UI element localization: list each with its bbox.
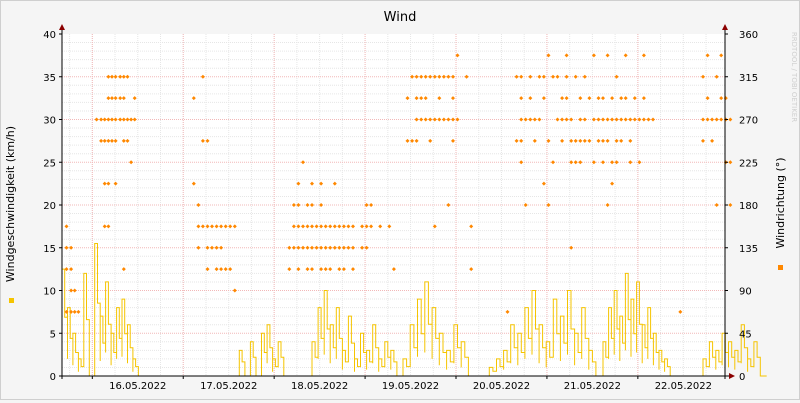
right-axis-label: Windrichtung (°) [774, 157, 787, 248]
right-tick-label: 270 [739, 116, 758, 127]
x-tick-label: 20.05.2022 [473, 381, 530, 392]
left-tick-label: 25 [43, 158, 56, 169]
direction-point [728, 160, 733, 165]
left-tick-label: 10 [43, 287, 56, 298]
x-tick-labels: 16.05.2022 17.05.2022 18.05.2022 19.05.2022… [91, 376, 712, 392]
left-tick-label: 5 [50, 329, 56, 340]
left-tick-label: 15 [43, 244, 56, 255]
left-axis-arrow [59, 24, 65, 30]
chart-title: Wind [384, 10, 417, 25]
left-tick-label: 0 [50, 372, 56, 383]
x-tick-label: 22.05.2022 [655, 381, 712, 392]
legend-direction-swatch [778, 265, 783, 270]
x-tick-label: 19.05.2022 [382, 381, 439, 392]
direction-point [728, 117, 733, 122]
left-tick-label: 35 [43, 73, 56, 84]
left-tick-label: 20 [43, 201, 56, 212]
left-axis-label: Windgeschwindigkeit (km/h) [4, 126, 17, 282]
watermark: RRDTOOL / TOBI OETIKER [790, 32, 798, 122]
x-tick-label: 18.05.2022 [291, 381, 348, 392]
x-tick-label: 21.05.2022 [564, 381, 621, 392]
legend-speed-swatch [9, 298, 14, 303]
x-axis-arrow [729, 373, 735, 379]
right-tick-label: 90 [739, 287, 752, 298]
x-tick-label: 17.05.2022 [200, 381, 257, 392]
left-tick-labels: 0 5 10 15 20 25 30 35 40 [43, 30, 62, 383]
left-tick-label: 30 [43, 116, 56, 127]
wind-chart: 0 5 10 15 20 25 30 35 40 0 45 90 135 180 225 270 315 360… [4, 10, 798, 392]
right-tick-label: 135 [739, 244, 758, 255]
right-axis-arrow [722, 24, 728, 30]
right-tick-label: 45 [739, 329, 752, 340]
right-tick-label: 0 [739, 372, 745, 383]
right-tick-label: 180 [739, 201, 758, 212]
right-tick-label: 360 [739, 30, 758, 41]
direction-point [728, 203, 733, 207]
left-tick-label: 40 [43, 30, 56, 41]
right-tick-label: 225 [739, 158, 758, 169]
right-tick-label: 315 [739, 73, 758, 84]
chart-frame: 0 5 10 15 20 25 30 35 40 0 45 90 135 180 225 270 315 360… [0, 0, 800, 400]
x-tick-label: 16.05.2022 [109, 381, 166, 392]
